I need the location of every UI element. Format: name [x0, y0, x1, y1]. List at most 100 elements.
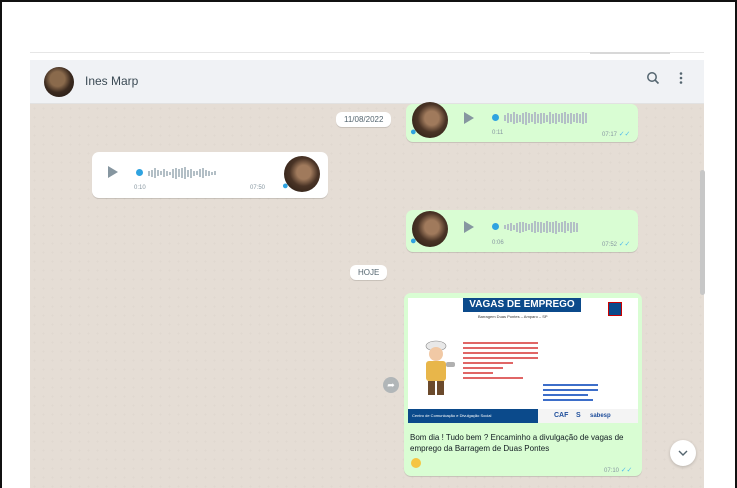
image-footer-text: Centro de Comunicação e Divulgação Socia… [408, 409, 538, 423]
waveform-bar [579, 113, 581, 123]
text-line [463, 367, 503, 369]
waveform-bar [558, 222, 560, 232]
voice-message-in-1[interactable]: 0:10 07:50 ● [92, 152, 328, 198]
image-footer: Centro de Comunicação e Divulgação Socia… [408, 409, 638, 423]
chat-scrollbar[interactable] [700, 170, 705, 295]
sender-avatar: ● [282, 156, 320, 192]
voice-message-out-1[interactable]: ● 0:11 07:17 ✓✓ [406, 102, 638, 142]
waveform-bar [513, 224, 515, 230]
waveform-bar [573, 114, 575, 122]
search-icon[interactable] [642, 70, 664, 92]
voice-duration: 0:06 [492, 240, 504, 246]
audio-waveform[interactable] [504, 220, 578, 234]
waveform-bar [567, 113, 569, 123]
voice-duration: 0:10 [134, 185, 146, 191]
waveform-bar [561, 113, 563, 123]
waveform-bar [504, 115, 506, 121]
message-time: 07:52 ✓✓ [602, 241, 631, 248]
audio-waveform[interactable] [504, 111, 587, 125]
waveform-bar [211, 171, 213, 175]
mic-icon: ● [282, 180, 289, 192]
text-line [463, 362, 513, 364]
waveform-bar [552, 221, 554, 233]
waveform-bar [528, 113, 530, 123]
waveform-bar [148, 170, 150, 176]
logo-sabesp: sabesp [590, 413, 611, 419]
waveform-bar [160, 171, 162, 175]
waveform-bar [573, 222, 575, 232]
waveform-bar [546, 114, 548, 122]
waveform-bar [576, 222, 578, 232]
read-tick-icon: ✓✓ [618, 241, 631, 248]
date-separator: 11/08/2022 [336, 112, 392, 127]
voice-message-out-2[interactable]: ● 0:06 07:52 ✓✓ [406, 210, 638, 252]
waveform-bar [558, 114, 560, 122]
play-icon[interactable] [108, 166, 118, 178]
waveform-bar [561, 222, 563, 232]
text-line [543, 399, 593, 401]
waveform-bar [516, 222, 518, 232]
waveform-bar [163, 169, 165, 177]
text-line [463, 357, 538, 359]
worker-illustration [425, 340, 455, 395]
contact-avatar[interactable] [44, 67, 74, 97]
waveform-bar [552, 113, 554, 123]
contact-name[interactable]: Ines Marp [85, 74, 138, 88]
waveform-bar [519, 114, 521, 122]
waveform-bar [564, 112, 566, 124]
waveform-bar [543, 222, 545, 232]
waveform-bar [184, 167, 186, 179]
waveform-bar [531, 114, 533, 122]
play-icon[interactable] [464, 221, 474, 233]
logo-s: S [576, 412, 581, 419]
text-line [463, 342, 538, 344]
waveform-bar [540, 112, 542, 124]
waveform-bar [181, 168, 183, 178]
waveform-bar [151, 169, 153, 177]
playback-position-dot[interactable] [492, 114, 499, 121]
waveform-bar [525, 111, 527, 125]
waveform-bar [190, 168, 192, 178]
sender-avatar: ● [410, 102, 448, 138]
playback-position-dot[interactable] [492, 223, 499, 230]
waveform-bar [175, 167, 177, 179]
waveform-bar [546, 221, 548, 233]
waveform-bar [564, 221, 566, 233]
brand-flag-icon [608, 302, 622, 316]
waveform-bar [214, 171, 216, 175]
forward-icon[interactable]: ➦ [383, 377, 399, 393]
scroll-down-button[interactable] [670, 440, 696, 466]
chat-header[interactable]: Ines Marp [30, 60, 704, 104]
waveform-bar [166, 170, 168, 176]
waveform-bar [507, 113, 509, 123]
job-vacancy-image[interactable]: VAGAS DE EMPREGO Barragem Duas Pontes – … [408, 298, 638, 423]
waveform-bar [576, 113, 578, 123]
kebab-menu-icon[interactable] [670, 70, 692, 92]
text-line [543, 394, 588, 396]
text-line [463, 377, 523, 379]
waveform-bar [196, 171, 198, 175]
waveform-bar [537, 113, 539, 123]
waveform-bar [540, 221, 542, 233]
audio-waveform[interactable] [148, 166, 216, 180]
waveform-bar [549, 222, 551, 232]
mic-icon: ● [410, 235, 417, 247]
waveform-bar [585, 113, 587, 123]
message-caption: Bom dia ! Tudo bem ? Encaminho a divulga… [410, 433, 624, 453]
playback-position-dot[interactable] [136, 169, 143, 176]
text-line [463, 352, 538, 354]
waveform-bar [567, 223, 569, 231]
logo-caf: CAF [554, 412, 569, 419]
waveform-bar [537, 222, 539, 232]
waveform-bar [531, 222, 533, 232]
waveform-bar [549, 112, 551, 124]
mic-icon: ● [410, 126, 417, 138]
play-icon[interactable] [464, 112, 474, 124]
waveform-bar [208, 170, 210, 176]
waveform-bar [522, 112, 524, 124]
image-title: VAGAS DE EMPREGO [463, 298, 581, 312]
waveform-bar [504, 225, 506, 229]
waveform-bar [528, 224, 530, 230]
waveform-bar [178, 169, 180, 177]
text-line [543, 389, 598, 391]
